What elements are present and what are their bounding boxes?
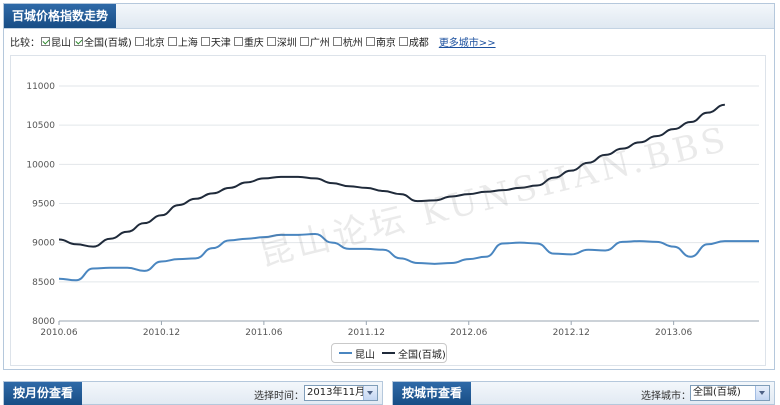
x-tick-label: 2011.12 (348, 328, 385, 338)
y-tick-label: 10000 (26, 160, 55, 170)
compare-row: 比较： 昆山 全国(百城) 北京 上海 天津 重庆 深圳 广州 杭州 南京 成都 更多城市>> (10, 33, 496, 49)
series-line (58, 233, 759, 282)
legend-entry[interactable]: 昆山 (355, 346, 375, 361)
compare-city-label[interactable]: 深圳 (277, 34, 297, 49)
price-index-panel: 百城价格指数走势 比较： 昆山 全国(百城) 北京 上海 天津 重庆 深圳 广州 杭州 南京 成都更… (3, 3, 775, 370)
compare-checkbox[interactable] (41, 36, 50, 46)
x-tick-label: 2011.06 (245, 328, 282, 338)
city-select-value: 全国(百城) (693, 387, 741, 398)
panel-title: 百城价格指数走势 (4, 4, 117, 28)
by-month-title: 按月份查看 (4, 382, 83, 405)
compare-city-label[interactable]: 广州 (310, 34, 330, 49)
compare-city-label[interactable]: 北京 (145, 34, 165, 49)
compare-city-label[interactable]: 上海 (178, 34, 198, 49)
compare-city-label[interactable]: 南京 (376, 34, 396, 49)
select-time-label: 选择时间： (254, 391, 304, 402)
x-tick-label: 2010.12 (143, 328, 180, 338)
legend-swatch (382, 352, 395, 354)
chart-legend: 昆山 全国(百城) (331, 343, 447, 363)
y-tick-label: 8000 (32, 317, 55, 327)
y-tick-label: 11000 (26, 82, 55, 92)
by-month-bar: 按月份查看 选择时间： 2013年11月 (3, 381, 383, 405)
compare-checkbox[interactable] (200, 36, 210, 46)
chevron-down-icon[interactable] (363, 386, 377, 400)
y-tick-label: 8500 (32, 278, 55, 288)
y-tick-label: 10500 (26, 121, 55, 131)
compare-city-label[interactable]: 重庆 (244, 34, 264, 49)
x-tick-label: 2010.06 (40, 328, 77, 338)
compare-checkbox[interactable] (266, 36, 276, 46)
compare-label: 比较： (10, 37, 40, 49)
y-tick-label: 9500 (32, 200, 55, 210)
chevron-down-icon[interactable] (755, 386, 769, 400)
compare-checkbox[interactable] (74, 36, 83, 46)
select-city-label: 选择城市： (641, 391, 691, 402)
x-tick-label: 2012.06 (450, 328, 487, 338)
compare-city-label[interactable]: 全国(百城) (84, 34, 132, 49)
month-select[interactable]: 2013年11月 (304, 385, 378, 401)
compare-checkbox[interactable] (233, 36, 243, 46)
legend-swatch (339, 352, 352, 354)
compare-city-label[interactable]: 天津 (211, 34, 231, 49)
month-select-value: 2013年11月 (307, 387, 366, 398)
compare-checkbox[interactable] (332, 36, 342, 46)
compare-city-label[interactable]: 杭州 (343, 34, 363, 49)
compare-city-label[interactable]: 成都 (409, 34, 429, 49)
city-select[interactable]: 全国(百城) (690, 385, 770, 401)
panel-header: 百城价格指数走势 (4, 4, 774, 29)
compare-city-label[interactable]: 昆山 (51, 34, 71, 49)
by-city-title: 按城市查看 (393, 382, 472, 405)
compare-checkbox[interactable] (134, 36, 144, 46)
compare-checkbox[interactable] (167, 36, 177, 46)
compare-checkbox[interactable] (365, 36, 375, 46)
compare-checkbox[interactable] (398, 36, 408, 46)
legend-entry[interactable]: 全国(百城) (398, 346, 446, 361)
x-tick-label: 2012.12 (553, 328, 590, 338)
y-tick-label: 9000 (32, 239, 55, 249)
compare-checkbox[interactable] (299, 36, 309, 46)
by-city-bar: 按城市查看 选择城市： 全国(百城) (392, 381, 775, 405)
more-cities-link[interactable]: 更多城市>> (439, 34, 496, 49)
x-tick-label: 2013.06 (655, 328, 692, 338)
